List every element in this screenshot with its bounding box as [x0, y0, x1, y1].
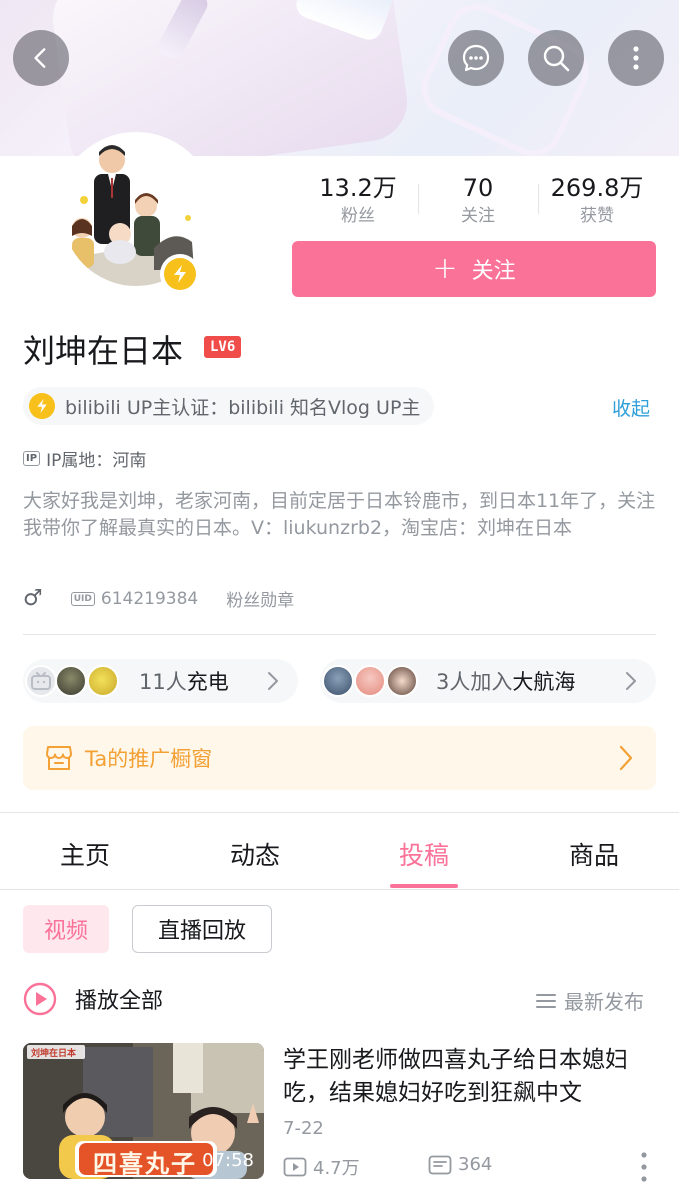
stat-divider — [538, 184, 539, 214]
video-comments: 364 — [428, 1154, 492, 1175]
shop-window-banner[interactable]: Ta的推广橱窗 — [23, 726, 656, 790]
fans-count: 13.2万 — [319, 174, 397, 202]
video-title[interactable]: 学王刚老师做四喜丸子给日本媳妇吃，结果媳妇好吃到狂飙中文 — [283, 1044, 659, 1110]
play-all-label: 播放全部 — [75, 989, 164, 1014]
tabs-divider — [0, 889, 679, 890]
certification-text: bilibili UP主认证：bilibili 知名Vlog UP主 — [65, 396, 421, 419]
tab-dynamic[interactable]: 动态 — [170, 836, 340, 872]
chevron-right-icon — [268, 672, 278, 690]
more-vertical-icon — [633, 46, 639, 70]
uid-value[interactable]: 614219384 — [101, 589, 198, 609]
lightning-icon — [174, 265, 186, 283]
storefront-icon — [46, 746, 72, 770]
bio-text: 大家好我是刘坤，老家河南，目前定居于日本铃鹿市，到日本11年了，关注我带你了解最… — [23, 490, 656, 539]
tab-home[interactable]: 主页 — [0, 836, 170, 872]
voyage-label: 大航海 — [512, 670, 576, 694]
likes-stat: 269.8万 获赞 — [542, 174, 652, 228]
video-views: 4.7万 — [283, 1154, 360, 1180]
list-sort-icon — [536, 993, 556, 1008]
filter-video[interactable]: 视频 — [23, 905, 109, 953]
username: 刘坤在日本 — [23, 332, 184, 370]
more-vertical-icon — [641, 1152, 647, 1182]
filter-live-replay[interactable]: 直播回放 — [132, 905, 272, 953]
voyage-count: 3人加入 — [436, 670, 513, 694]
crew-avatar — [386, 665, 418, 697]
fan-badge-link[interactable]: 粉丝勋章 — [226, 586, 294, 611]
fans-stat[interactable]: 13.2万 粉丝 — [310, 174, 406, 228]
play-all-button[interactable]: 播放全部 — [23, 982, 163, 1016]
follow-label: 关注 — [471, 259, 516, 284]
comment-icon — [428, 1155, 452, 1174]
plus-icon: + — [432, 251, 458, 286]
search-icon — [543, 45, 570, 72]
shop-window-label: Ta的推广橱窗 — [85, 747, 213, 771]
follow-button[interactable]: + 关注 — [292, 241, 656, 297]
lightning-icon — [29, 393, 55, 419]
video-date: 7-22 — [283, 1118, 324, 1139]
play-circle-icon — [23, 982, 57, 1016]
video-duration: 07:58 — [202, 1150, 254, 1171]
video-thumbnail[interactable]: 刘坤在日本 四喜丸子 07:58 — [23, 1043, 264, 1179]
ip-location-text: IP属地：河南 — [46, 451, 147, 471]
video-views-count: 4.7万 — [313, 1158, 360, 1179]
video-comments-count: 364 — [458, 1154, 493, 1175]
fans-label: 粉丝 — [341, 206, 375, 226]
back-button[interactable] — [13, 30, 69, 86]
ip-tag-icon: IP — [23, 451, 41, 466]
uid-tag-icon: UID — [70, 591, 95, 606]
active-tab-indicator — [390, 884, 458, 888]
section-divider — [0, 812, 679, 813]
divider — [23, 634, 656, 635]
certification-badge: bilibili UP主认证：bilibili 知名Vlog UP主 — [23, 387, 435, 425]
charge-label: 充电 — [186, 670, 229, 694]
male-gender-icon: ♂ — [23, 586, 43, 611]
charge-count: 11人 — [139, 670, 187, 694]
level-badge: LV6 — [204, 336, 242, 358]
message-button[interactable] — [448, 30, 504, 86]
supporter-avatar — [55, 665, 87, 697]
tab-goods[interactable]: 商品 — [509, 836, 679, 872]
sort-label: 最新发布 — [564, 990, 644, 1014]
play-count-icon — [283, 1157, 307, 1177]
collapse-link[interactable]: 收起 — [612, 394, 650, 421]
stat-divider — [418, 184, 419, 214]
tv-mascot-avatar — [25, 665, 57, 697]
profile-meta: ♂ UID 614219384 粉丝勋章 — [23, 586, 294, 611]
thumb-caption-text: 四喜丸子 — [93, 1150, 197, 1178]
charge-pill[interactable]: 11人 充电 — [23, 659, 298, 703]
chevron-right-icon — [626, 672, 636, 690]
crew-avatar — [322, 665, 354, 697]
thumb-brand-text: 刘坤在日本 — [31, 1049, 77, 1059]
voyage-pill[interactable]: 3人加入 大航海 — [320, 659, 656, 703]
likes-label: 获赞 — [580, 206, 614, 226]
more-button[interactable] — [608, 30, 664, 86]
video-more-button[interactable] — [638, 1150, 650, 1188]
chevron-left-icon — [34, 48, 46, 68]
search-button[interactable] — [528, 30, 584, 86]
official-verified-badge — [160, 254, 200, 294]
chevron-right-icon — [619, 745, 633, 771]
tab-uploads[interactable]: 投稿 — [339, 836, 509, 872]
message-icon — [462, 44, 490, 72]
following-label: 关注 — [461, 206, 495, 226]
sort-button[interactable]: 最新发布 — [536, 986, 644, 1015]
following-count: 70 — [462, 174, 494, 202]
following-stat[interactable]: 70 关注 — [438, 174, 518, 228]
profile-banner — [0, 0, 679, 156]
supporter-avatar — [87, 665, 119, 697]
crew-avatar — [354, 665, 386, 697]
likes-count: 269.8万 — [550, 174, 644, 202]
ip-location: IP IP属地：河南 — [23, 446, 146, 471]
